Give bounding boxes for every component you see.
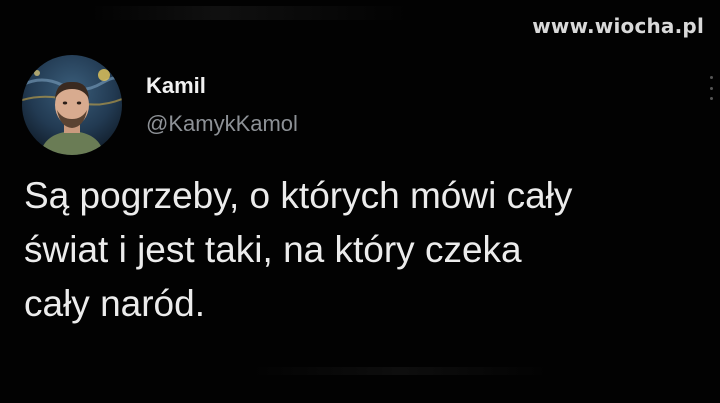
more-options-icon[interactable] — [710, 76, 716, 100]
tweet: Kamil @KamykKamol Są pogrzeby, o których… — [22, 55, 702, 331]
tweet-header: Kamil @KamykKamol — [22, 55, 702, 155]
tweet-text-line: cały naród. — [24, 283, 205, 324]
tweet-text: Są pogrzeby, o których mówi cały świat i… — [24, 169, 704, 331]
avatar[interactable] — [22, 55, 122, 155]
author-names: Kamil @KamykKamol — [146, 72, 298, 138]
faded-header-remnant — [90, 6, 410, 20]
user-handle[interactable]: @KamykKamol — [146, 110, 298, 138]
tweet-screenshot: www.wiocha.pl Kamil @KamykKamol Są pogrz… — [0, 0, 720, 403]
faded-footer-remnant — [250, 367, 550, 375]
avatar-photo-icon — [22, 55, 122, 155]
display-name[interactable]: Kamil — [146, 72, 298, 100]
tweet-text-line: świat i jest taki, na który czeka — [24, 229, 522, 270]
watermark: www.wiocha.pl — [532, 14, 704, 38]
tweet-text-line: Są pogrzeby, o których mówi cały — [24, 175, 573, 216]
